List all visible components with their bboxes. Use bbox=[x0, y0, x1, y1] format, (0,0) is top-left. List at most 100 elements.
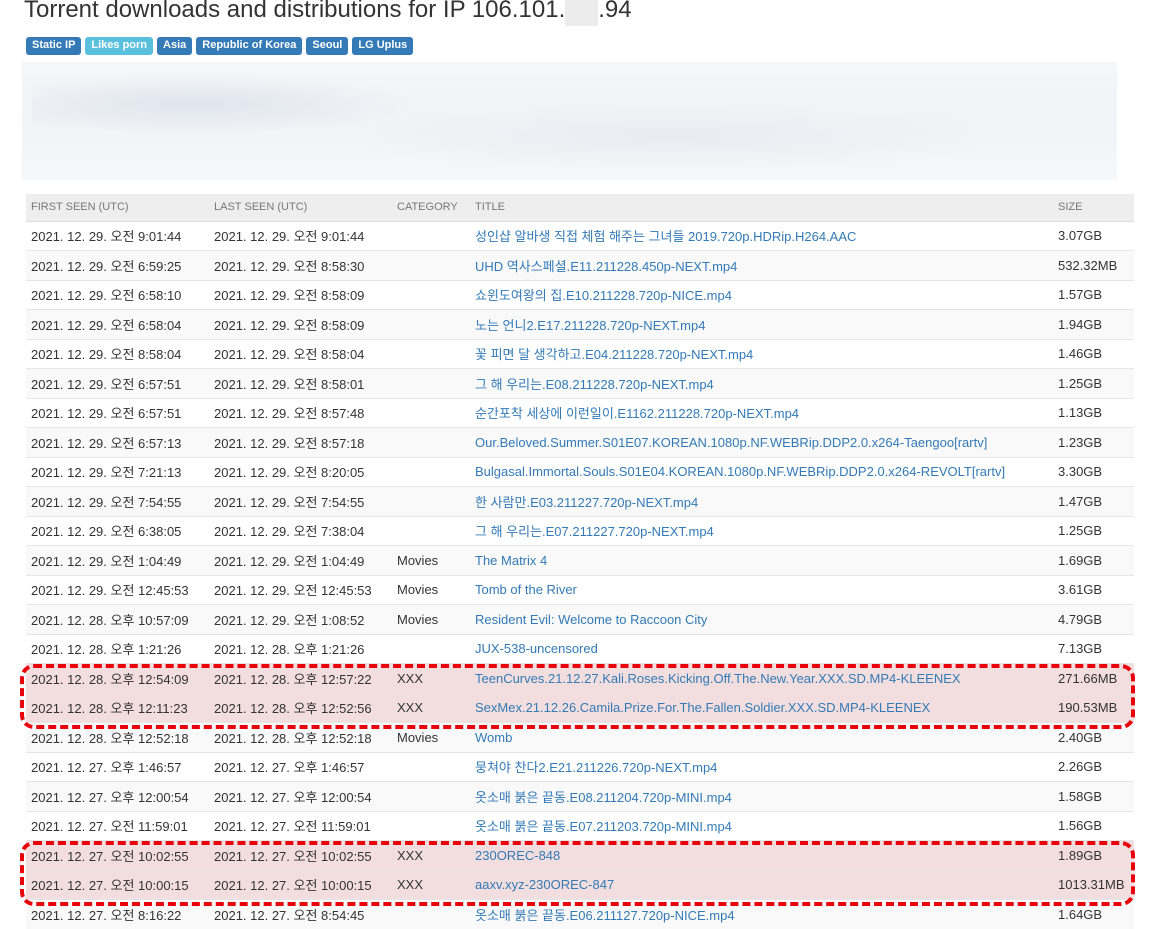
first-seen-cell: 2021. 12. 29. 오전 8:58:04 bbox=[26, 338, 209, 369]
size-cell: 190.53MB bbox=[1053, 692, 1134, 723]
tag-asia[interactable]: Asia bbox=[157, 37, 193, 55]
last-seen-cell: 2021. 12. 29. 오전 8:20:05 bbox=[209, 456, 392, 487]
table-row: 2021. 12. 28. 오후 12:11:23 2021. 12. 28. 오… bbox=[26, 692, 1134, 723]
torrent-title-link[interactable]: 꽃 피면 달 생각하고.E04.211228.720p-NEXT.mp4 bbox=[475, 347, 753, 362]
first-seen-cell: 2021. 12. 28. 오후 1:21:26 bbox=[26, 633, 209, 664]
size-cell: 3.61GB bbox=[1053, 574, 1134, 605]
size-cell: 1.57GB bbox=[1053, 279, 1134, 310]
table-row: 2021. 12. 28. 오후 10:57:09 2021. 12. 29. 오… bbox=[26, 604, 1134, 634]
last-seen-cell: 2021. 12. 28. 오후 12:52:56 bbox=[209, 692, 392, 723]
last-seen-cell: 2021. 12. 29. 오전 1:08:52 bbox=[209, 604, 392, 634]
first-seen-cell: 2021. 12. 27. 오전 10:02:55 bbox=[26, 840, 209, 870]
torrent-title-link[interactable]: 뭉쳐야 찬다2.E21.211226.720p-NEXT.mp4 bbox=[475, 760, 717, 775]
title-cell: Tomb of the River bbox=[470, 574, 1053, 605]
table-row: 2021. 12. 29. 오전 7:54:55 2021. 12. 29. 오전… bbox=[26, 486, 1134, 516]
size-cell: 1.23GB bbox=[1053, 427, 1134, 457]
size-cell: 1.25GB bbox=[1053, 515, 1134, 546]
torrent-title-link[interactable]: 성인샵 알바생 직접 체험 해주는 그녀들 2019.720p.HDRip.H2… bbox=[475, 229, 856, 244]
header-size: SIZE bbox=[1053, 194, 1134, 222]
last-seen-cell: 2021. 12. 29. 오전 8:57:18 bbox=[209, 427, 392, 457]
table-row: 2021. 12. 27. 오전 11:59:01 2021. 12. 27. 오… bbox=[26, 810, 1134, 841]
first-seen-cell: 2021. 12. 28. 오후 12:11:23 bbox=[26, 692, 209, 723]
table-row: 2021. 12. 27. 오후 1:46:57 2021. 12. 27. 오후… bbox=[26, 751, 1134, 782]
first-seen-cell: 2021. 12. 29. 오전 6:58:04 bbox=[26, 309, 209, 339]
last-seen-cell: 2021. 12. 29. 오전 8:57:48 bbox=[209, 397, 392, 428]
torrent-title-link[interactable]: Womb bbox=[475, 730, 512, 745]
size-cell: 1.56GB bbox=[1053, 810, 1134, 841]
title-cell: 쇼윈도여왕의 집.E10.211228.720p-NICE.mp4 bbox=[470, 279, 1053, 310]
table-row: 2021. 12. 29. 오전 6:58:04 2021. 12. 29. 오전… bbox=[26, 309, 1134, 339]
first-seen-cell: 2021. 12. 29. 오전 9:01:44 bbox=[26, 220, 209, 251]
torrent-title-link[interactable]: Resident Evil: Welcome to Raccoon City bbox=[475, 612, 707, 627]
last-seen-cell: 2021. 12. 27. 오전 11:59:01 bbox=[209, 810, 392, 841]
title-cell: Our.Beloved.Summer.S01E07.KOREAN.1080p.N… bbox=[470, 427, 1053, 457]
torrent-title-link[interactable]: Tomb of the River bbox=[475, 582, 577, 597]
table-row: 2021. 12. 28. 오후 1:21:26 2021. 12. 28. 오후… bbox=[26, 633, 1134, 664]
torrent-title-link[interactable]: The Matrix 4 bbox=[475, 553, 547, 568]
tag-country[interactable]: Republic of Korea bbox=[196, 37, 303, 55]
category-cell: XXX bbox=[392, 840, 470, 870]
size-cell: 2.26GB bbox=[1053, 751, 1134, 782]
title-cell: Resident Evil: Welcome to Raccoon City bbox=[470, 604, 1053, 634]
first-seen-cell: 2021. 12. 28. 오후 10:57:09 bbox=[26, 604, 209, 634]
torrent-title-link[interactable]: 옷소매 붉은 끝동.E07.211203.720p-MINI.mp4 bbox=[475, 819, 732, 834]
torrent-title-link[interactable]: 쇼윈도여왕의 집.E10.211228.720p-NICE.mp4 bbox=[475, 288, 732, 303]
last-seen-cell: 2021. 12. 29. 오전 8:58:09 bbox=[209, 279, 392, 310]
page-title-suffix: .94 bbox=[598, 0, 632, 23]
category-cell bbox=[392, 279, 470, 310]
last-seen-cell: 2021. 12. 28. 오후 12:52:18 bbox=[209, 722, 392, 752]
first-seen-cell: 2021. 12. 29. 오전 12:45:53 bbox=[26, 574, 209, 605]
size-cell: 7.13GB bbox=[1053, 633, 1134, 664]
table-row: 2021. 12. 28. 오후 12:52:18 2021. 12. 28. 오… bbox=[26, 722, 1134, 752]
torrent-title-link[interactable]: 230OREC-848 bbox=[475, 848, 560, 863]
tag-static-ip[interactable]: Static IP bbox=[26, 37, 82, 55]
tag-badges: Static IP Likes porn Asia Republic of Ko… bbox=[26, 37, 414, 55]
torrent-title-link[interactable]: 노는 언니2.E17.211228.720p-NEXT.mp4 bbox=[475, 318, 705, 333]
tag-isp[interactable]: LG Uplus bbox=[352, 37, 414, 55]
tag-likes-porn[interactable]: Likes porn bbox=[85, 37, 154, 55]
torrent-title-link[interactable]: JUX-538-uncensored bbox=[475, 641, 598, 656]
first-seen-cell: 2021. 12. 27. 오전 10:00:15 bbox=[26, 869, 209, 900]
torrent-title-link[interactable]: UHD 역사스페셜.E11.211228.450p-NEXT.mp4 bbox=[475, 259, 737, 274]
torrent-title-link[interactable]: 옷소매 붉은 끝동.E08.211204.720p-MINI.mp4 bbox=[475, 790, 732, 805]
size-cell: 4.79GB bbox=[1053, 604, 1134, 634]
title-cell: The Matrix 4 bbox=[470, 545, 1053, 575]
size-cell: 1.25GB bbox=[1053, 368, 1134, 398]
tag-city[interactable]: Seoul bbox=[306, 37, 349, 55]
table-row: 2021. 12. 27. 오전 10:00:15 2021. 12. 27. 오… bbox=[26, 869, 1134, 900]
torrent-title-link[interactable]: 옷소매 붉은 끝동.E06.211127.720p-NICE.mp4 bbox=[475, 908, 735, 923]
first-seen-cell: 2021. 12. 29. 오전 6:58:10 bbox=[26, 279, 209, 310]
torrent-title-link[interactable]: Our.Beloved.Summer.S01E07.KOREAN.1080p.N… bbox=[475, 435, 987, 450]
torrent-title-link[interactable]: aaxv.xyz-230OREC-847 bbox=[475, 877, 614, 892]
size-cell: 1.64GB bbox=[1053, 899, 1134, 929]
title-cell: Bulgasal.Immortal.Souls.S01E04.KOREAN.10… bbox=[470, 456, 1053, 487]
title-cell: 순간포착 세상에 이런일이.E1162.211228.720p-NEXT.mp4 bbox=[470, 397, 1053, 428]
title-cell: 한 사람만.E03.211227.720p-NEXT.mp4 bbox=[470, 486, 1053, 516]
category-cell bbox=[392, 486, 470, 516]
torrent-title-link[interactable]: TeenCurves.21.12.27.Kali.Roses.Kicking.O… bbox=[475, 671, 961, 686]
title-cell: 꽃 피면 달 생각하고.E04.211228.720p-NEXT.mp4 bbox=[470, 338, 1053, 369]
category-cell: XXX bbox=[392, 869, 470, 900]
torrent-title-link[interactable]: 순간포착 세상에 이런일이.E1162.211228.720p-NEXT.mp4 bbox=[475, 406, 799, 421]
category-cell: XXX bbox=[392, 692, 470, 723]
last-seen-cell: 2021. 12. 29. 오전 1:04:49 bbox=[209, 545, 392, 575]
torrent-title-link[interactable]: 그 해 우리는.E08.211228.720p-NEXT.mp4 bbox=[475, 377, 714, 392]
torrent-title-link[interactable]: SexMex.21.12.26.Camila.Prize.For.The.Fal… bbox=[475, 700, 930, 715]
category-cell: Movies bbox=[392, 545, 470, 575]
torrent-title-link[interactable]: 한 사람만.E03.211227.720p-NEXT.mp4 bbox=[475, 495, 698, 510]
torrent-title-link[interactable]: Bulgasal.Immortal.Souls.S01E04.KOREAN.10… bbox=[475, 464, 1005, 479]
blurred-ad-banner bbox=[22, 62, 1117, 180]
first-seen-cell: 2021. 12. 29. 오전 6:57:51 bbox=[26, 368, 209, 398]
first-seen-cell: 2021. 12. 28. 오후 12:54:09 bbox=[26, 663, 209, 693]
first-seen-cell: 2021. 12. 27. 오전 11:59:01 bbox=[26, 810, 209, 841]
category-cell: Movies bbox=[392, 604, 470, 634]
title-cell: 그 해 우리는.E08.211228.720p-NEXT.mp4 bbox=[470, 368, 1053, 398]
category-cell bbox=[392, 633, 470, 664]
first-seen-cell: 2021. 12. 29. 오전 1:04:49 bbox=[26, 545, 209, 575]
table-row: 2021. 12. 29. 오전 7:21:13 2021. 12. 29. 오전… bbox=[26, 456, 1134, 487]
last-seen-cell: 2021. 12. 29. 오전 7:38:04 bbox=[209, 515, 392, 546]
category-cell bbox=[392, 456, 470, 487]
torrent-title-link[interactable]: 그 해 우리는.E07.211227.720p-NEXT.mp4 bbox=[475, 524, 714, 539]
title-cell: 옷소매 붉은 끝동.E06.211127.720p-NICE.mp4 bbox=[470, 899, 1053, 929]
last-seen-cell: 2021. 12. 28. 오후 1:21:26 bbox=[209, 633, 392, 664]
